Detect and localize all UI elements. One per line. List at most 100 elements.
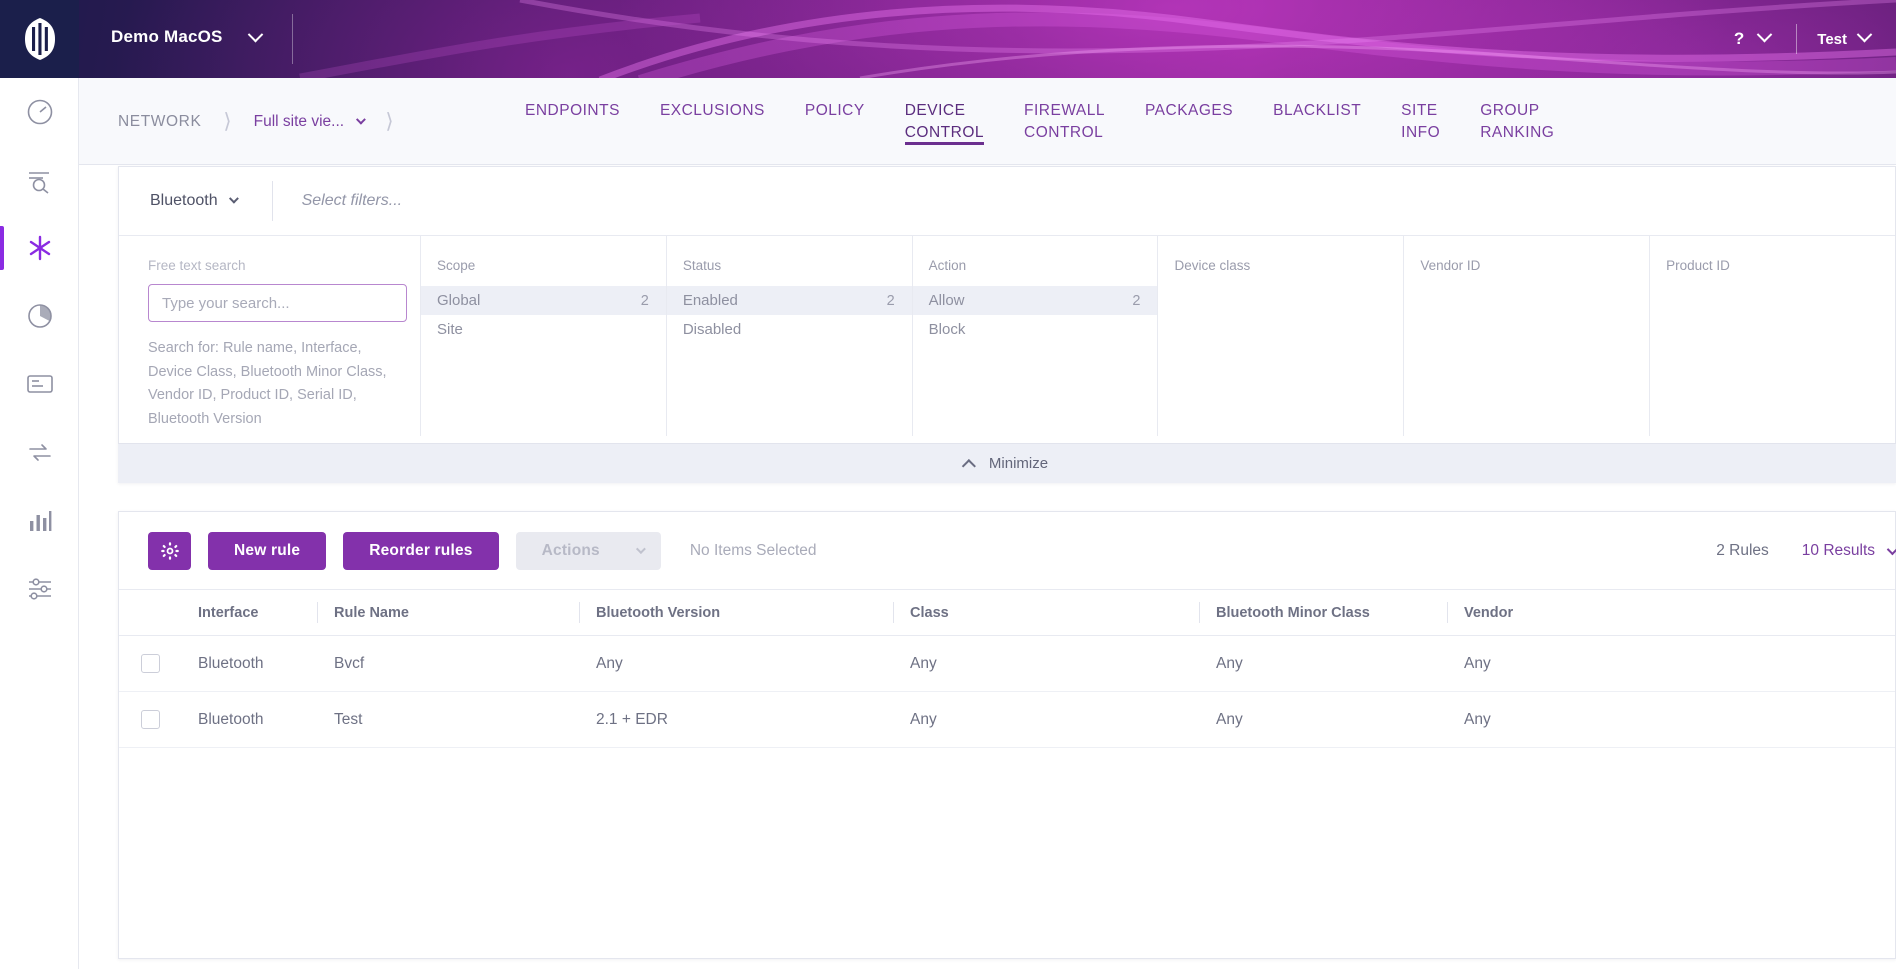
row-checkbox[interactable] <box>141 654 160 673</box>
help-button[interactable]: ? <box>1725 29 1753 49</box>
chevron-down-icon <box>1857 27 1873 43</box>
breadcrumb-site-selector[interactable]: Full site vie... <box>254 113 364 131</box>
help-dropdown-button[interactable] <box>1753 30 1776 48</box>
chevron-down-icon <box>636 544 646 554</box>
user-dropdown-button[interactable] <box>1859 30 1870 48</box>
row-checkbox-cell <box>119 654 181 673</box>
new-rule-button[interactable]: New rule <box>208 532 326 570</box>
tab-firewall-control[interactable]: FIREWALL CONTROL <box>1024 78 1105 144</box>
filter-panel-body: Free text search Search for: Rule name, … <box>119 236 1895 436</box>
filter-option-count: 2 <box>887 293 895 309</box>
filter-column-device-class: Device class <box>1158 236 1404 436</box>
asterisk-star-icon <box>25 233 55 263</box>
minimize-filters-bar[interactable]: Minimize <box>118 443 1896 483</box>
column-header-bluetooth-minor-class[interactable]: Bluetooth Minor Class <box>1199 589 1447 636</box>
cell-vendor: Any <box>1447 655 1747 673</box>
filter-column-header: Device class <box>1158 258 1403 286</box>
table-body: BluetoothBvcfAnyAnyAnyAnyBluetoothTest2.… <box>119 636 1895 748</box>
search-input[interactable] <box>148 284 407 322</box>
app-logo[interactable] <box>0 0 79 78</box>
reorder-rules-button[interactable]: Reorder rules <box>343 532 498 570</box>
column-header-rule-name[interactable]: Rule Name <box>317 589 579 636</box>
sidebar-item-analytics[interactable] <box>0 486 79 554</box>
tab-exclusions[interactable]: EXCLUSIONS <box>660 78 765 122</box>
cell-interface: Bluetooth <box>181 711 317 729</box>
tab-group-ranking[interactable]: GROUP RANKING <box>1480 78 1554 144</box>
filter-column-action: ActionAllow2Block <box>913 236 1159 436</box>
tab-device-control[interactable]: DEVICE CONTROL <box>905 78 984 144</box>
select-filters-input[interactable]: Select filters... <box>273 192 402 210</box>
title-dropdown-button[interactable] <box>250 30 261 48</box>
column-header-vendor[interactable]: Vendor <box>1447 589 1747 636</box>
minimize-label: Minimize <box>989 455 1048 472</box>
header-actions-divider <box>1796 24 1797 54</box>
table-row[interactable]: BluetoothTest2.1 + EDRAnyAnyAny <box>119 692 1895 748</box>
row-checkbox[interactable] <box>141 710 160 729</box>
table-settings-button[interactable] <box>148 532 191 570</box>
rules-count-label: 2 Rules <box>1716 542 1769 560</box>
tab-endpoints[interactable]: ENDPOINTS <box>525 78 620 122</box>
filter-option[interactable]: Enabled 2 <box>667 286 912 315</box>
cell-rule-name: Bvcf <box>317 655 579 673</box>
select-all-header <box>119 589 181 636</box>
tab-blacklist[interactable]: BLACKLIST <box>1273 78 1361 122</box>
gear-icon <box>160 541 180 561</box>
caret-up-icon <box>962 459 976 473</box>
tab-packages[interactable]: PACKAGES <box>1145 78 1233 122</box>
filter-option-label: Global <box>437 292 480 309</box>
tab-policy[interactable]: POLICY <box>805 78 865 122</box>
search-list-icon <box>25 165 55 195</box>
cell-minor-class: Any <box>1199 711 1447 729</box>
tab-site-info[interactable]: SITE INFO <box>1401 78 1440 144</box>
nav-tabs: ENDPOINTS EXCLUSIONS POLICY DEVICE CONTROL F… <box>525 78 1594 165</box>
sidebar-item-sentinels[interactable] <box>0 214 79 282</box>
filter-column-scope: Scope Global 2 Site <box>421 236 667 436</box>
filter-option[interactable]: Block <box>913 315 1158 344</box>
actions-label: Actions <box>542 542 600 560</box>
filter-option[interactable]: Allow2 <box>913 286 1158 315</box>
filter-option-count: 2 <box>641 293 649 309</box>
header-divider <box>292 14 293 64</box>
chevron-down-icon <box>248 27 264 43</box>
filter-column-header: Scope <box>421 258 666 286</box>
filter-option-count: 2 <box>1132 293 1140 309</box>
interface-type-dropdown[interactable]: Bluetooth <box>119 192 236 210</box>
chevron-right-icon: ⟩ <box>385 109 393 134</box>
filter-option-label: Enabled <box>683 292 738 309</box>
sidebar-item-settings[interactable] <box>0 554 79 622</box>
filter-column-header: Status <box>667 258 912 286</box>
cell-minor-class: Any <box>1199 655 1447 673</box>
cell-interface: Bluetooth <box>181 655 317 673</box>
cell-class: Any <box>893 655 1199 673</box>
sidebar-item-sync[interactable] <box>0 418 79 486</box>
sidebar-item-reports[interactable] <box>0 350 79 418</box>
breadcrumb-site-label: Full site vie... <box>254 113 344 130</box>
sidebar-item-dashboard[interactable] <box>0 78 79 146</box>
sidebar-item-activity[interactable] <box>0 282 79 350</box>
column-header-bluetooth-version[interactable]: Bluetooth Version <box>579 589 893 636</box>
chevron-right-icon: ⟩ <box>223 109 231 134</box>
cell-vendor: Any <box>1447 711 1747 729</box>
filter-option-label: Block <box>929 321 966 338</box>
filter-option[interactable]: Disabled <box>667 315 912 344</box>
breadcrumb: NETWORK ⟩ Full site vie... ⟩ <box>118 78 416 165</box>
results-per-page-dropdown[interactable]: 10 Results <box>1802 542 1895 560</box>
actions-dropdown-button[interactable]: Actions <box>516 532 661 570</box>
filter-column-status: Status Enabled 2 Disabled <box>667 236 913 436</box>
cell-class: Any <box>893 711 1199 729</box>
breadcrumb-network[interactable]: NETWORK <box>118 113 201 131</box>
sliders-icon <box>25 573 55 603</box>
user-menu-label[interactable]: Test <box>1817 31 1859 48</box>
sidebar-item-visibility[interactable] <box>0 146 79 214</box>
toolbar-right-group: 2 Rules 10 Results <box>1716 542 1895 560</box>
filter-option[interactable]: Global 2 <box>421 286 666 315</box>
free-text-search-section: Free text search Search for: Rule name, … <box>119 236 421 436</box>
column-header-class[interactable]: Class <box>893 589 1199 636</box>
table-row[interactable]: BluetoothBvcfAnyAnyAnyAny <box>119 636 1895 692</box>
filter-option[interactable]: Site <box>421 315 666 344</box>
row-checkbox-cell <box>119 710 181 729</box>
filter-option-label: Disabled <box>683 321 741 338</box>
table-toolbar: New rule Reorder rules Actions No Items … <box>119 512 1895 589</box>
column-header-interface[interactable]: Interface <box>181 589 317 636</box>
chevron-down-icon <box>1757 27 1773 43</box>
